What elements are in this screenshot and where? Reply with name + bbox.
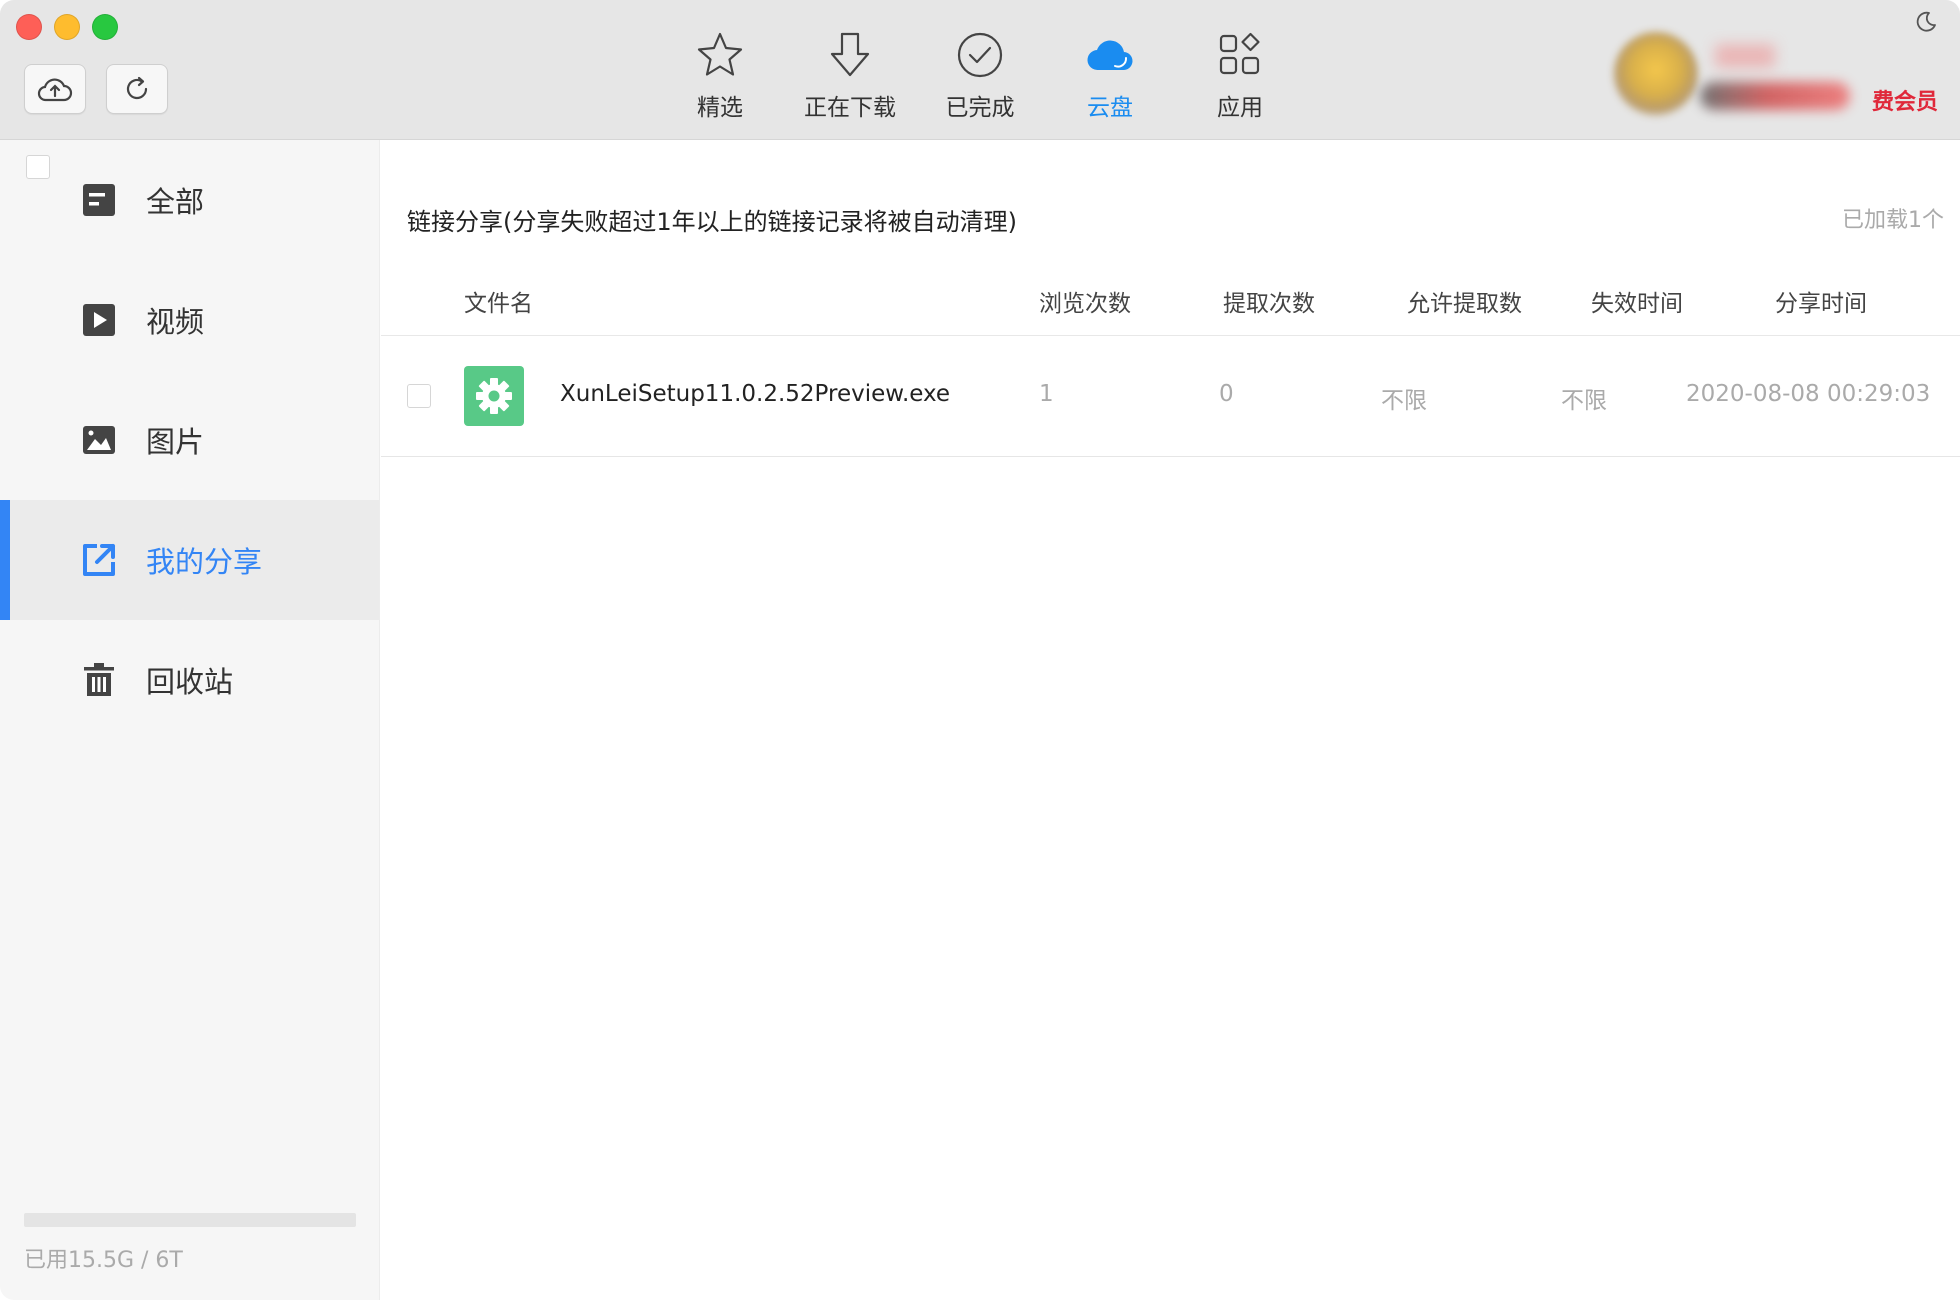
sidebar-item-images[interactable]: 图片 [0,380,379,500]
maximize-window-button[interactable] [92,14,118,40]
page-title: 链接分享(分享失败超过1年以上的链接记录将被自动清理) [407,208,1017,236]
main-nav: 精选 正在下载 已完成 云盘 应用 [655,30,1305,122]
storage-usage-bar [24,1213,356,1227]
column-header-extracts[interactable]: 提取次数 [1223,284,1315,318]
sidebar-item-my-share[interactable]: 我的分享 [0,500,379,620]
sidebar: 全部 视频 图片 我的分享 回收站 已用15.5G / 6T [0,140,380,1300]
nav-completed[interactable]: 已完成 [915,30,1045,122]
all-files-icon [83,184,115,216]
nav-apps[interactable]: 应用 [1175,30,1305,122]
table-header: 文件名 浏览次数 提取次数 允许提取数 失效时间 分享时间 [26,155,1960,336]
refresh-icon [126,76,148,100]
share-list-panel: 链接分享(分享失败超过1年以上的链接记录将被自动清理) 已加载1个 文件名 浏览… [26,140,1960,1300]
sidebar-item-recycle-bin[interactable]: 回收站 [0,620,379,740]
nav-label: 正在下载 [804,95,896,121]
nav-label: 应用 [1217,95,1263,121]
loaded-count: 已加载1个 [1842,208,1944,233]
nav-downloading[interactable]: 正在下载 [785,30,915,122]
check-circle-icon [957,32,1003,78]
moon-icon [1916,11,1936,32]
allowed-extracts: 不限 [1381,388,1427,414]
sidebar-item-label: 我的分享 [146,545,263,579]
sidebar-item-label: 全部 [146,185,205,219]
star-icon [697,32,743,76]
apps-grid-icon [1219,32,1260,75]
gear-icon [476,378,512,414]
download-arrow-icon [830,32,870,77]
column-header-expire-time[interactable]: 失效时间 [1591,284,1683,318]
select-all-checkbox[interactable] [26,155,50,179]
column-header-views[interactable]: 浏览次数 [1039,284,1131,318]
table-row[interactable]: XunLeiSetup11.0.2.52Preview.exe 1 0 不限 不… [381,337,1960,457]
file-name[interactable]: XunLeiSetup11.0.2.52Preview.exe [560,381,950,407]
extract-count: 0 [1219,381,1234,407]
cloud-upload-icon [37,78,73,102]
row-checkbox[interactable] [407,384,431,408]
sidebar-item-all[interactable]: 全部 [0,140,379,260]
cloud-upload-button[interactable] [24,64,86,114]
user-name-blurred [1715,44,1775,68]
sidebar-item-label: 视频 [146,305,205,339]
sidebar-item-label: 回收站 [146,665,234,699]
share-time: 2020-08-08 00:29:03 [1686,381,1931,407]
column-header-allowed[interactable]: 允许提取数 [1407,284,1522,318]
top-toolbar: 精选 正在下载 已完成 云盘 应用 费会员 [0,0,1960,140]
share-icon [83,544,115,576]
view-count: 1 [1039,381,1054,407]
column-header-share-time[interactable]: 分享时间 [1775,284,1867,318]
refresh-button[interactable] [106,64,168,114]
nav-label: 精选 [697,95,743,121]
nav-featured[interactable]: 精选 [655,30,785,122]
nav-label: 已完成 [945,95,1015,121]
trash-icon [84,663,114,696]
nav-label: 云盘 [1087,95,1133,121]
member-badge[interactable]: 费会员 [1872,84,1938,116]
user-name-blurred [1700,82,1850,110]
video-icon [83,304,115,336]
column-header-filename[interactable]: 文件名 [464,284,533,318]
avatar[interactable] [1614,32,1698,116]
dark-mode-toggle[interactable] [1914,10,1938,38]
image-icon [83,426,115,454]
cloud-icon [1087,40,1133,71]
expire-time: 不限 [1561,388,1607,414]
storage-usage-text: 已用15.5G / 6T [24,1248,183,1273]
window-controls [16,14,118,40]
minimize-window-button[interactable] [54,14,80,40]
nav-cloud-drive[interactable]: 云盘 [1045,30,1175,122]
exe-file-icon [464,366,524,426]
sidebar-item-video[interactable]: 视频 [0,260,379,380]
close-window-button[interactable] [16,14,42,40]
app-window: 精选 正在下载 已完成 云盘 应用 费会员 全部 视频 图片 我的分享 回收站 … [0,0,1960,1300]
sidebar-item-label: 图片 [146,425,205,459]
user-profile[interactable]: 费会员 [1590,28,1940,138]
